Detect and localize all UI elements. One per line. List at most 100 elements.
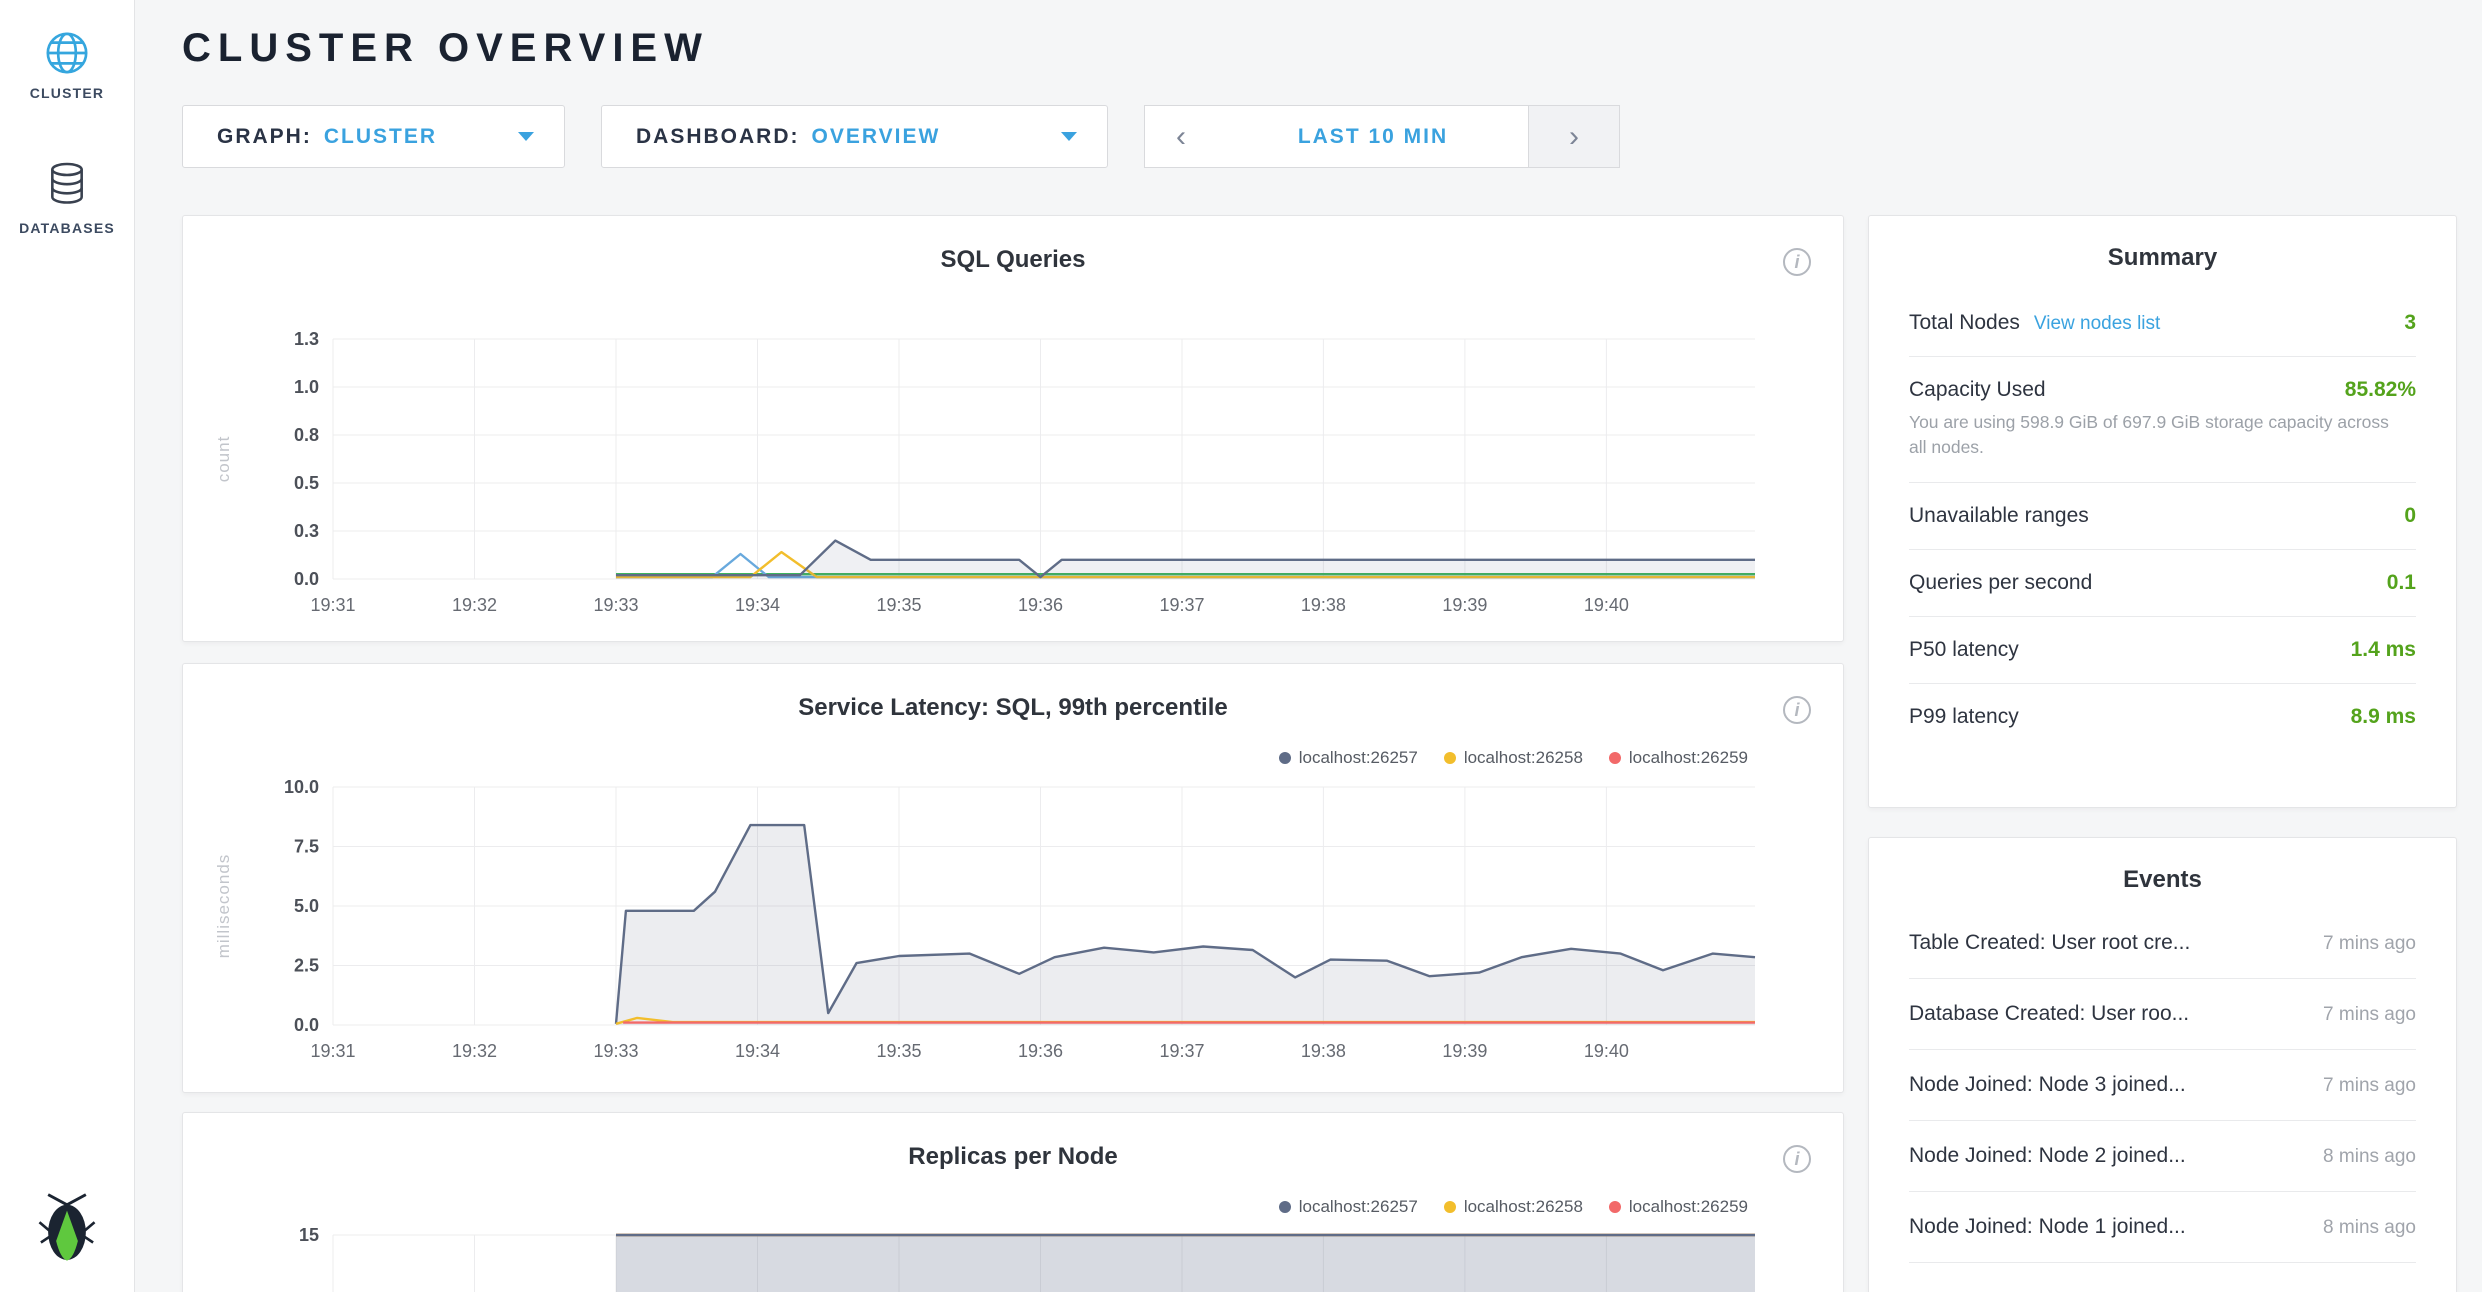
legend-dot-icon: [1444, 752, 1456, 764]
sidebar-item-cluster[interactable]: CLUSTER: [30, 30, 105, 101]
event-text: Node Joined: Node 2 joined...: [1909, 1144, 2186, 1168]
right-column: Summary Total NodesView nodes list3 Capac…: [1868, 215, 2457, 1292]
graph-dropdown-value: CLUSTER: [324, 125, 437, 149]
legend-item[interactable]: localhost:26257: [1279, 1197, 1418, 1217]
chart-title: Replicas per Node: [183, 1113, 1843, 1171]
svg-text:19:34: 19:34: [735, 595, 780, 615]
sql-queries-plot: 0.00.30.50.81.01.319:3119:3219:3319:3419…: [183, 323, 1843, 627]
info-icon[interactable]: i: [1783, 696, 1811, 724]
legend-dot-icon: [1279, 1201, 1291, 1213]
time-range-selector: ‹ LAST 10 MIN ›: [1144, 105, 1620, 168]
svg-text:0.0: 0.0: [294, 569, 319, 589]
sidebar-item-databases[interactable]: DATABASES: [19, 161, 115, 236]
svg-text:19:31: 19:31: [310, 595, 355, 615]
dashboard-dropdown-value: OVERVIEW: [812, 125, 941, 149]
svg-text:7.5: 7.5: [294, 837, 319, 857]
legend-label: localhost:26259: [1629, 1197, 1748, 1217]
summary-title: Summary: [1869, 216, 2456, 272]
svg-text:19:33: 19:33: [593, 1041, 638, 1061]
event-text: Database Created: User roo...: [1909, 1002, 2189, 1026]
charts-column: SQL Queries i 0.00.30.50.81.01.319:3119:…: [182, 215, 1844, 1292]
svg-text:1.0: 1.0: [294, 377, 319, 397]
event-time: 8 mins ago: [2307, 1217, 2416, 1239]
summary-label: Capacity Used: [1909, 378, 2046, 402]
summary-row: Total NodesView nodes list3: [1909, 290, 2416, 357]
summary-card: Summary Total NodesView nodes list3 Capac…: [1868, 215, 2457, 808]
svg-text:19:31: 19:31: [310, 1041, 355, 1061]
info-icon[interactable]: i: [1783, 1145, 1811, 1173]
chart-title: SQL Queries: [183, 216, 1843, 274]
summary-label: Queries per second: [1909, 571, 2092, 595]
svg-text:5.0: 5.0: [294, 896, 319, 916]
info-icon[interactable]: i: [1783, 248, 1811, 276]
legend-item[interactable]: localhost:26257: [1279, 748, 1418, 768]
event-row[interactable]: Table Created: User root cre... 7 mins ag…: [1909, 908, 2416, 979]
svg-text:19:38: 19:38: [1301, 1041, 1346, 1061]
chart-svg-replicas-per-node: 1519:3119:3219:3319:3419:3519:3619:3719:…: [183, 1219, 1843, 1292]
svg-text:19:38: 19:38: [1301, 595, 1346, 615]
legend-item[interactable]: localhost:26258: [1444, 1197, 1583, 1217]
legend-dot-icon: [1444, 1201, 1456, 1213]
sidebar-item-label: DATABASES: [19, 220, 115, 236]
dashboard-dropdown-label: DASHBOARD:: [636, 125, 800, 149]
database-icon: [45, 161, 89, 211]
legend-item[interactable]: localhost:26259: [1609, 1197, 1748, 1217]
chart-legend: localhost:26257 localhost:26258 localhost:…: [1279, 1197, 1748, 1217]
event-time: 7 mins ago: [2307, 1004, 2416, 1026]
svg-text:19:36: 19:36: [1018, 1041, 1063, 1061]
summary-label: P99 latency: [1909, 705, 2019, 729]
svg-text:19:34: 19:34: [735, 1041, 780, 1061]
events-card: Events Table Created: User root cre...7 …: [1868, 837, 2457, 1292]
svg-text:10.0: 10.0: [284, 777, 319, 797]
event-text: Node Joined: Node 3 joined...: [1909, 1073, 2186, 1097]
legend-item[interactable]: localhost:26259: [1609, 748, 1748, 768]
event-row[interactable]: Database Created: User roo... 7 mins ago: [1909, 979, 2416, 1050]
time-prev-button[interactable]: ‹: [1144, 105, 1218, 168]
legend-dot-icon: [1609, 752, 1621, 764]
svg-text:0.0: 0.0: [294, 1015, 319, 1035]
summary-rows: Total NodesView nodes list3 Capacity Used…: [1869, 290, 2456, 750]
time-range-value[interactable]: LAST 10 MIN: [1217, 105, 1529, 168]
chart-card-replicas-per-node: Replicas per Node i localhost:26257local…: [182, 1112, 1844, 1292]
controls-bar: GRAPH: CLUSTER DASHBOARD: OVERVIEW ‹ LAS…: [182, 105, 2457, 168]
graph-dropdown-label: GRAPH:: [217, 125, 312, 149]
sidebar-item-label: CLUSTER: [30, 85, 105, 101]
event-time: 8 mins ago: [2307, 1146, 2416, 1168]
summary-label: P50 latency: [1909, 638, 2019, 662]
svg-text:0.8: 0.8: [294, 425, 319, 445]
legend-label: localhost:26258: [1464, 1197, 1583, 1217]
svg-text:19:32: 19:32: [452, 1041, 497, 1061]
event-text: Table Created: User root cre...: [1909, 931, 2190, 955]
summary-value: 0.1: [2387, 571, 2416, 595]
event-time: 7 mins ago: [2307, 933, 2416, 955]
event-row[interactable]: Node Joined: Node 1 joined...8 mins ago: [1909, 1192, 2416, 1263]
legend-label: localhost:26259: [1629, 748, 1748, 768]
app-root: CLUSTER DATABASES CLUSTER OVERVI: [0, 0, 2482, 1292]
svg-text:19:33: 19:33: [593, 595, 638, 615]
legend-item[interactable]: localhost:26258: [1444, 748, 1583, 768]
legend-dot-icon: [1609, 1201, 1621, 1213]
svg-text:19:35: 19:35: [876, 1041, 921, 1061]
cockroach-logo-icon[interactable]: [38, 1193, 96, 1268]
svg-text:19:32: 19:32: [452, 595, 497, 615]
view-nodes-link[interactable]: View nodes list: [2034, 313, 2160, 335]
svg-text:0.5: 0.5: [294, 473, 319, 493]
svg-text:19:39: 19:39: [1442, 595, 1487, 615]
events-rows: Table Created: User root cre... 7 mins ag…: [1869, 908, 2456, 1263]
time-next-button[interactable]: ›: [1528, 105, 1620, 168]
event-row[interactable]: Node Joined: Node 2 joined... 8 mins ago: [1909, 1121, 2416, 1192]
dashboard-dropdown[interactable]: DASHBOARD: OVERVIEW: [601, 105, 1108, 168]
summary-value: 0: [2404, 504, 2416, 528]
graph-dropdown[interactable]: GRAPH: CLUSTER: [182, 105, 565, 168]
svg-text:15: 15: [299, 1225, 319, 1245]
content-area: SQL Queries i 0.00.30.50.81.01.319:3119:…: [182, 215, 2457, 1292]
svg-text:19:35: 19:35: [876, 595, 921, 615]
event-row[interactable]: Node Joined: Node 3 joined...7 mins ago: [1909, 1050, 2416, 1121]
chart-svg-sql-queries: 0.00.30.50.81.01.319:3119:3219:3319:3419…: [183, 323, 1843, 627]
summary-description: You are using 598.9 GiB of 697.9 GiB sto…: [1909, 410, 2416, 461]
chevron-down-icon: [518, 132, 534, 141]
svg-text:milliseconds: milliseconds: [214, 854, 233, 959]
chevron-down-icon: [1061, 132, 1077, 141]
service-latency-plot: 0.02.55.07.510.019:3119:3219:3319:3419:3…: [183, 771, 1843, 1073]
page-title: CLUSTER OVERVIEW: [182, 26, 2457, 71]
